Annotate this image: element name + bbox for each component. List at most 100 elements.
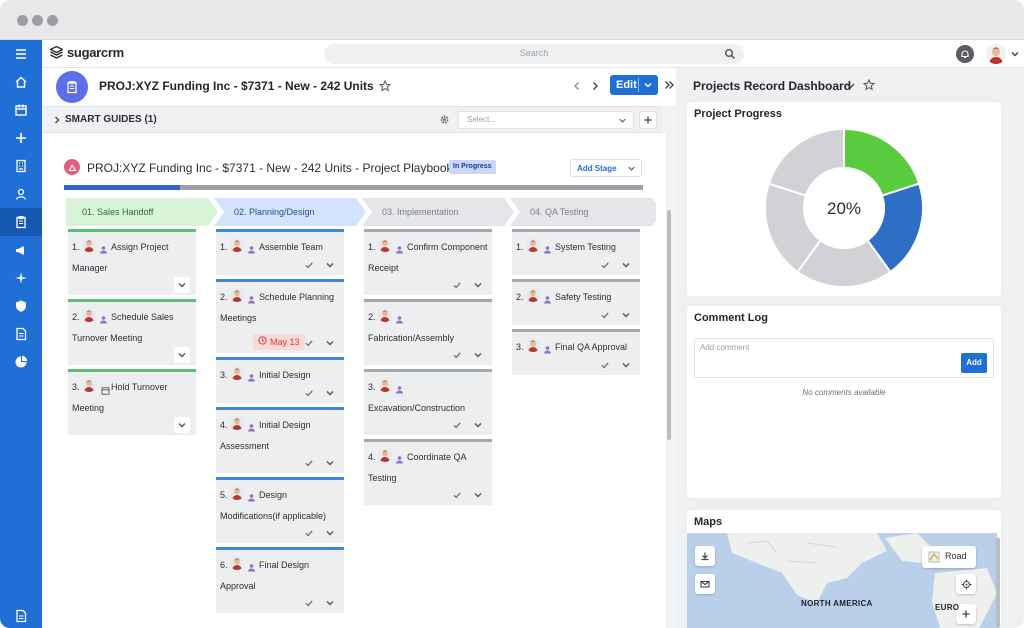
task-title[interactable]: Hold Turnover bbox=[111, 382, 168, 392]
task-title[interactable]: Final Design bbox=[259, 560, 309, 570]
nav-notes-button[interactable] bbox=[0, 602, 42, 628]
world-map[interactable]: Road NORTH AMERICA EURO bbox=[687, 533, 997, 628]
assignee-avatar[interactable] bbox=[230, 238, 244, 252]
complete-check-icon[interactable] bbox=[302, 596, 316, 610]
assignee-avatar[interactable] bbox=[378, 448, 392, 462]
task-title[interactable]: Assemble Team bbox=[259, 242, 323, 252]
assignee-avatar[interactable] bbox=[230, 416, 244, 430]
assignee-avatar[interactable] bbox=[526, 238, 540, 252]
task-title[interactable]: Final QA Approval bbox=[555, 342, 627, 352]
smart-guides-title[interactable]: SMART GUIDES (1) bbox=[65, 114, 157, 125]
task-card[interactable]: 1. Assign Project Manager bbox=[68, 229, 196, 295]
task-title-continued[interactable]: Receipt bbox=[368, 263, 399, 273]
complete-check-icon[interactable] bbox=[450, 348, 464, 362]
complete-check-icon[interactable] bbox=[598, 358, 612, 372]
map-road-toggle-button[interactable]: Road bbox=[922, 546, 976, 568]
task-title-continued[interactable]: Excavation/Construction bbox=[368, 403, 465, 413]
gear-icon[interactable] bbox=[439, 114, 450, 125]
complete-check-icon[interactable] bbox=[598, 258, 612, 272]
window-minimize-dot[interactable] bbox=[32, 15, 43, 26]
task-expand-chevron-icon[interactable] bbox=[470, 347, 486, 363]
nav-forecasts-button[interactable] bbox=[0, 264, 42, 292]
task-expand-chevron-icon[interactable] bbox=[322, 595, 338, 611]
task-title[interactable]: Safety Testing bbox=[555, 292, 611, 302]
task-expand-chevron-icon[interactable] bbox=[174, 277, 190, 293]
task-title-continued[interactable]: Turnover Meeting bbox=[72, 333, 142, 343]
assignee-avatar[interactable] bbox=[378, 378, 392, 392]
task-card[interactable]: 1. Assemble Team bbox=[216, 229, 344, 275]
task-card[interactable]: 2. Schedule Planning Meetings May 13 bbox=[216, 279, 344, 353]
assignee-avatar[interactable] bbox=[82, 238, 96, 252]
task-card[interactable]: 3. Final QA Approval bbox=[512, 329, 640, 375]
task-expand-chevron-icon[interactable] bbox=[470, 417, 486, 433]
task-card[interactable]: 3. Hold Turnover Meeting bbox=[68, 369, 196, 435]
task-title[interactable]: Schedule Planning bbox=[259, 292, 334, 302]
map-email-button[interactable] bbox=[695, 574, 715, 594]
previous-record-chevron-icon[interactable] bbox=[571, 80, 583, 92]
task-title-continued[interactable]: Assessment bbox=[220, 441, 269, 451]
task-card[interactable]: 3. Excavation/Construction bbox=[364, 369, 492, 435]
assignee-avatar[interactable] bbox=[378, 308, 392, 322]
assignee-avatar[interactable] bbox=[82, 378, 96, 392]
task-card[interactable]: 2. Schedule Sales Turnover Meeting bbox=[68, 299, 196, 365]
nav-projects-button[interactable] bbox=[0, 208, 42, 236]
map-download-button[interactable] bbox=[695, 546, 715, 566]
complete-check-icon[interactable] bbox=[302, 386, 316, 400]
task-title[interactable]: Confirm Component bbox=[407, 242, 488, 252]
task-card[interactable]: 5. Design Modifications(if applicable) bbox=[216, 477, 344, 543]
add-smart-guide-button[interactable] bbox=[639, 111, 657, 129]
task-title-continued[interactable]: Testing bbox=[368, 473, 397, 483]
dashboard-menu-chevron-icon[interactable] bbox=[845, 80, 856, 91]
assignee-avatar[interactable] bbox=[526, 338, 540, 352]
assignee-avatar[interactable] bbox=[230, 288, 244, 302]
task-expand-chevron-icon[interactable] bbox=[322, 525, 338, 541]
task-expand-chevron-icon[interactable] bbox=[470, 487, 486, 503]
user-avatar[interactable] bbox=[986, 44, 1006, 64]
task-title-continued[interactable]: Manager bbox=[72, 263, 108, 273]
edit-dropdown-chevron-icon[interactable] bbox=[643, 80, 653, 90]
assignee-avatar[interactable] bbox=[230, 366, 244, 380]
task-title[interactable]: Assign Project bbox=[111, 242, 169, 252]
task-card[interactable]: 4. Initial Design Assessment bbox=[216, 407, 344, 473]
task-expand-chevron-icon[interactable] bbox=[470, 277, 486, 293]
nav-reports-button[interactable] bbox=[0, 348, 42, 376]
assignee-avatar[interactable] bbox=[378, 238, 392, 252]
favorite-star-icon[interactable] bbox=[379, 80, 391, 92]
comment-input[interactable]: Add comment Add bbox=[694, 338, 994, 378]
task-expand-chevron-icon[interactable] bbox=[174, 417, 190, 433]
map-locate-button[interactable] bbox=[956, 574, 976, 594]
complete-check-icon[interactable] bbox=[598, 308, 612, 322]
task-expand-chevron-icon[interactable] bbox=[322, 257, 338, 273]
nav-contacts-button[interactable] bbox=[0, 180, 42, 208]
dashboard-scrollbar[interactable] bbox=[996, 538, 1000, 628]
task-title[interactable]: Coordinate QA bbox=[407, 452, 467, 462]
complete-check-icon[interactable] bbox=[302, 526, 316, 540]
task-title-continued[interactable]: Meeting bbox=[72, 403, 104, 413]
notifications-button[interactable] bbox=[956, 45, 974, 63]
smart-guide-select[interactable]: Select... bbox=[458, 111, 634, 129]
task-expand-chevron-icon[interactable] bbox=[618, 357, 634, 373]
task-expand-chevron-icon[interactable] bbox=[618, 307, 634, 323]
complete-check-icon[interactable] bbox=[450, 488, 464, 502]
nav-create-button[interactable] bbox=[0, 124, 42, 152]
playbook-scrollbar[interactable] bbox=[667, 210, 671, 440]
complete-check-icon[interactable] bbox=[302, 456, 316, 470]
double-chevron-right-icon[interactable] bbox=[663, 79, 675, 91]
search-icon[interactable] bbox=[724, 48, 736, 60]
assignee-avatar[interactable] bbox=[82, 308, 96, 322]
complete-check-icon[interactable] bbox=[450, 278, 464, 292]
task-title[interactable]: Initial Design bbox=[259, 420, 311, 430]
task-title-continued[interactable]: Meetings bbox=[220, 313, 257, 323]
task-card[interactable]: 3. Initial Design bbox=[216, 357, 344, 403]
task-expand-chevron-icon[interactable] bbox=[174, 347, 190, 363]
assignee-avatar[interactable] bbox=[230, 556, 244, 570]
task-title-continued[interactable]: Approval bbox=[220, 581, 256, 591]
nav-campaigns-button[interactable] bbox=[0, 236, 42, 264]
dashboard-title[interactable]: Projects Record Dashboard bbox=[693, 79, 851, 93]
global-search-input[interactable]: Search bbox=[324, 44, 744, 64]
task-title[interactable]: System Testing bbox=[555, 242, 616, 252]
task-card[interactable]: 2. Safety Testing bbox=[512, 279, 640, 325]
task-card[interactable]: 2. Fabrication/Assembly bbox=[364, 299, 492, 365]
assignee-avatar[interactable] bbox=[526, 288, 540, 302]
task-expand-chevron-icon[interactable] bbox=[618, 257, 634, 273]
